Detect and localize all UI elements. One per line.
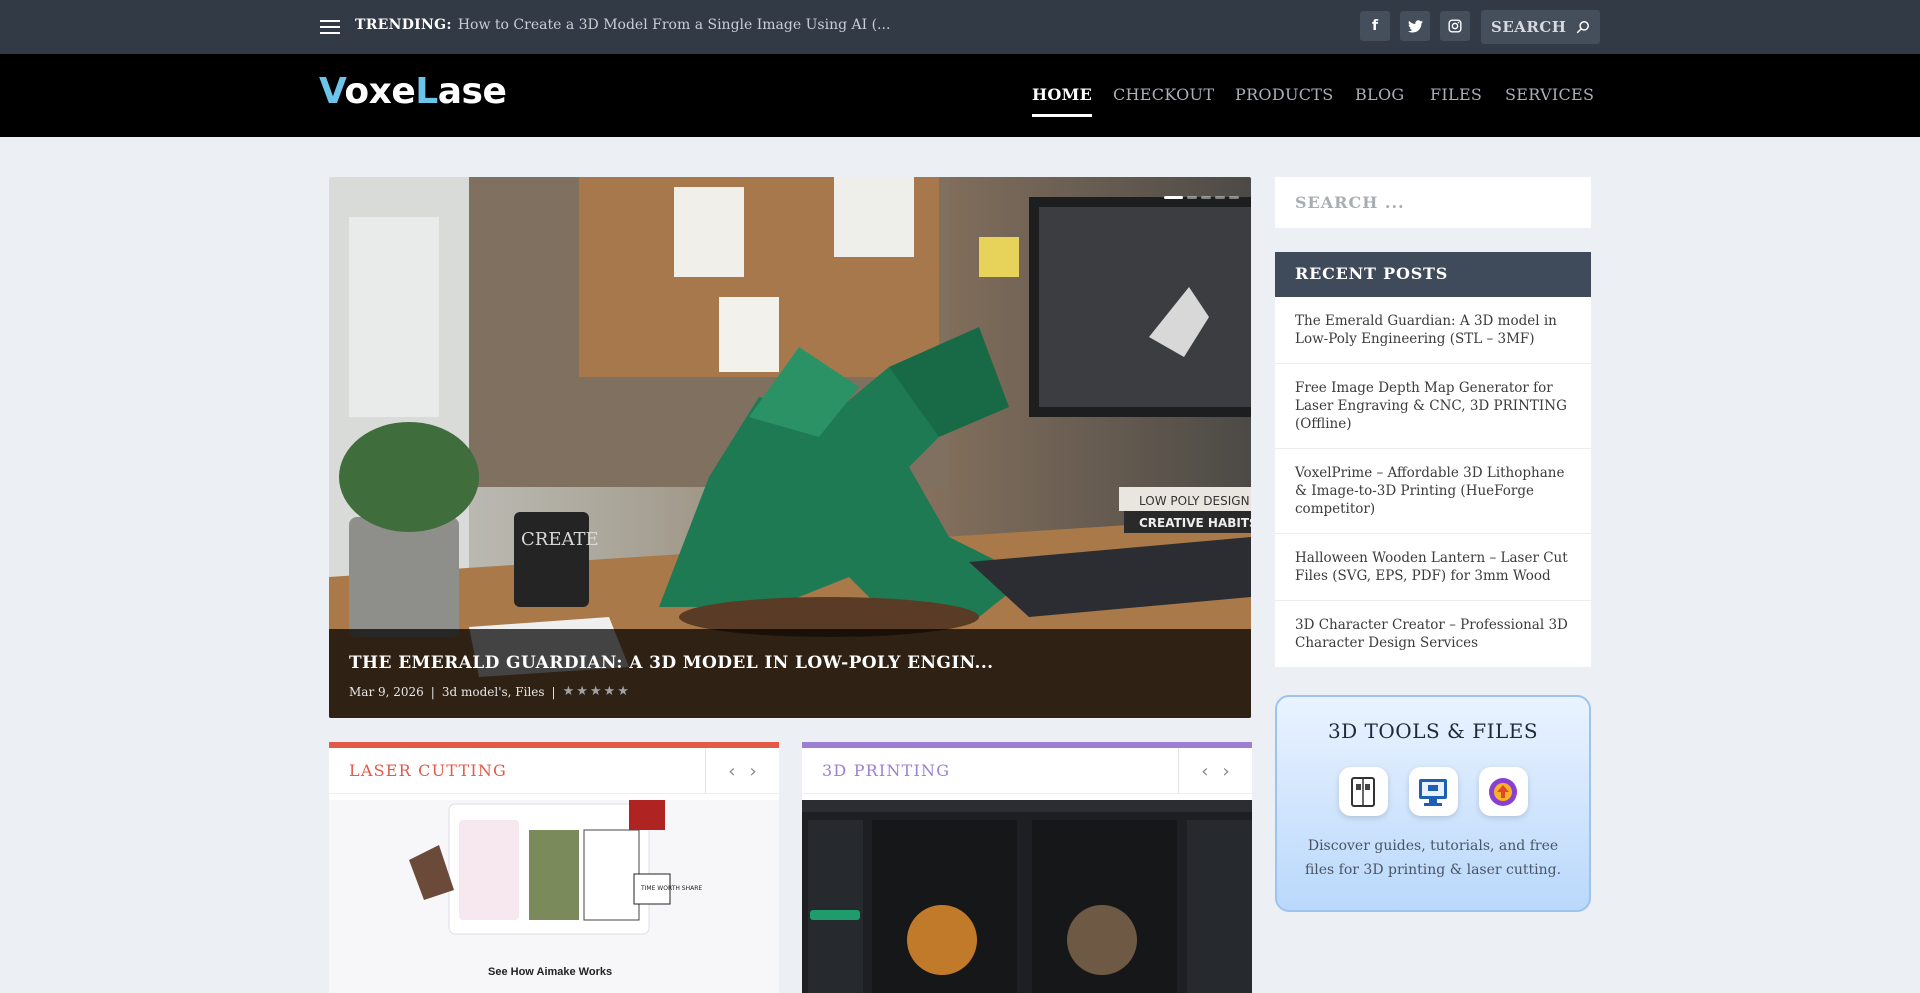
prev-arrow-icon[interactable]: ‹ bbox=[728, 761, 735, 782]
book-title-2: CREATIVE HABITS bbox=[1139, 516, 1251, 530]
mug-label: CREATE bbox=[521, 529, 599, 550]
slider-dot-4[interactable] bbox=[1215, 196, 1225, 199]
meta-separator: | bbox=[430, 684, 435, 699]
logo-letter-l: L bbox=[415, 71, 438, 112]
sidebar-search bbox=[1275, 177, 1591, 228]
next-arrow-icon[interactable]: › bbox=[750, 761, 757, 782]
logo-letter-v: V bbox=[319, 71, 345, 112]
hero-meta: Mar 9, 2026 | 3d model's, Files | ★★★★★ bbox=[349, 684, 1231, 699]
meta-separator: | bbox=[551, 684, 556, 699]
section-arrows: ‹ › bbox=[1178, 748, 1252, 794]
post-date: Mar 9, 2026 bbox=[349, 684, 424, 699]
section-header: LASER CUTTING ‹ › bbox=[329, 748, 779, 794]
tools-files-widget: 3D TOOLS & FILES Discover guides, tutori… bbox=[1275, 695, 1591, 912]
nav-blog[interactable]: BLOG bbox=[1355, 85, 1404, 104]
laser-cutting-image[interactable]: TIME WORTH SHARE See How Aimake Works bbox=[329, 800, 779, 993]
upload-icon[interactable] bbox=[1478, 767, 1528, 816]
recent-post-link[interactable]: 3D Character Creator – Professional 3D C… bbox=[1275, 601, 1591, 667]
3d-printing-title[interactable]: 3D PRINTING bbox=[822, 761, 950, 780]
hero-slider[interactable]: CREATE LOW POLY DESIGN CREATIVE HABITS T… bbox=[329, 177, 1251, 718]
hero-title[interactable]: THE EMERALD GUARDIAN: A 3D MODEL IN LOW-… bbox=[349, 653, 1231, 673]
facebook-icon[interactable]: f bbox=[1360, 11, 1390, 41]
top-bar: TRENDING: How to Create a 3D Model From a… bbox=[0, 0, 1920, 54]
search-icon[interactable] bbox=[1576, 20, 1590, 34]
section-arrows: ‹ › bbox=[705, 748, 779, 794]
slider-dots bbox=[1164, 196, 1239, 199]
top-search-input[interactable] bbox=[1491, 18, 1571, 36]
nav-home[interactable]: HOME bbox=[1032, 85, 1093, 117]
nav-files[interactable]: FILES bbox=[1430, 85, 1482, 104]
hero-caption: THE EMERALD GUARDIAN: A 3D MODEL IN LOW-… bbox=[329, 629, 1251, 718]
site-logo[interactable]: VoxeLase bbox=[319, 71, 507, 112]
nav-checkout[interactable]: CHECKOUT bbox=[1113, 85, 1214, 104]
3d-printing-image[interactable] bbox=[802, 800, 1252, 993]
slider-dot-2[interactable] bbox=[1187, 196, 1197, 199]
recent-post-link[interactable]: Halloween Wooden Lantern – Laser Cut Fil… bbox=[1275, 534, 1591, 601]
recent-posts-widget: RECENT POSTS The Emerald Guardian: A 3D … bbox=[1275, 252, 1591, 667]
laser-image-badge: TIME WORTH SHARE bbox=[640, 885, 702, 892]
rating-stars: ★★★★★ bbox=[562, 684, 631, 699]
recent-post-link[interactable]: The Emerald Guardian: A 3D model in Low-… bbox=[1275, 297, 1591, 364]
slider-dot-5[interactable] bbox=[1229, 196, 1239, 199]
slider-dot-1[interactable] bbox=[1164, 196, 1183, 199]
tools-title: 3D TOOLS & FILES bbox=[1327, 719, 1539, 743]
next-arrow-icon[interactable]: › bbox=[1223, 761, 1230, 782]
tools-description: Discover guides, tutorials, and free fil… bbox=[1304, 838, 1562, 878]
trending-link[interactable]: How to Create a 3D Model From a Single I… bbox=[458, 17, 891, 33]
nav-products[interactable]: PRODUCTS bbox=[1235, 85, 1334, 104]
top-search-box bbox=[1481, 10, 1600, 44]
laser-cutting-section: LASER CUTTING ‹ › TIME WORTH SHARE See H… bbox=[329, 742, 779, 993]
nav-services[interactable]: SERVICES bbox=[1505, 85, 1594, 104]
twitter-icon[interactable] bbox=[1400, 11, 1430, 41]
book-icon[interactable] bbox=[1338, 767, 1388, 816]
hamburger-menu-icon[interactable] bbox=[320, 20, 340, 34]
sidebar-search-input[interactable] bbox=[1295, 193, 1571, 212]
printer-monitor-icon[interactable] bbox=[1408, 767, 1458, 816]
slider-dot-3[interactable] bbox=[1201, 196, 1211, 199]
section-header: 3D PRINTING ‹ › bbox=[802, 748, 1252, 794]
main-header: VoxeLase HOME CHECKOUT PRODUCTS BLOG FIL… bbox=[0, 54, 1920, 137]
book-title-1: LOW POLY DESIGN bbox=[1139, 494, 1250, 508]
tools-icons bbox=[1277, 767, 1589, 816]
instagram-icon[interactable] bbox=[1440, 11, 1470, 41]
recent-posts-title: RECENT POSTS bbox=[1275, 252, 1591, 297]
trending-label: TRENDING: bbox=[355, 17, 452, 33]
logo-text-2: ase bbox=[437, 71, 507, 112]
laser-image-caption: See How Aimake Works bbox=[488, 966, 612, 978]
prev-arrow-icon[interactable]: ‹ bbox=[1201, 761, 1208, 782]
logo-text-1: oxe bbox=[344, 71, 416, 112]
recent-post-link[interactable]: Free Image Depth Map Generator for Laser… bbox=[1275, 364, 1591, 449]
3d-printing-section: 3D PRINTING ‹ › bbox=[802, 742, 1252, 993]
post-categories[interactable]: 3d model's, Files bbox=[442, 685, 545, 699]
recent-post-link[interactable]: VoxelPrime – Affordable 3D Lithophane & … bbox=[1275, 449, 1591, 534]
trending-ticker[interactable]: TRENDING: How to Create a 3D Model From a… bbox=[355, 17, 890, 33]
laser-cutting-title[interactable]: LASER CUTTING bbox=[349, 761, 507, 780]
